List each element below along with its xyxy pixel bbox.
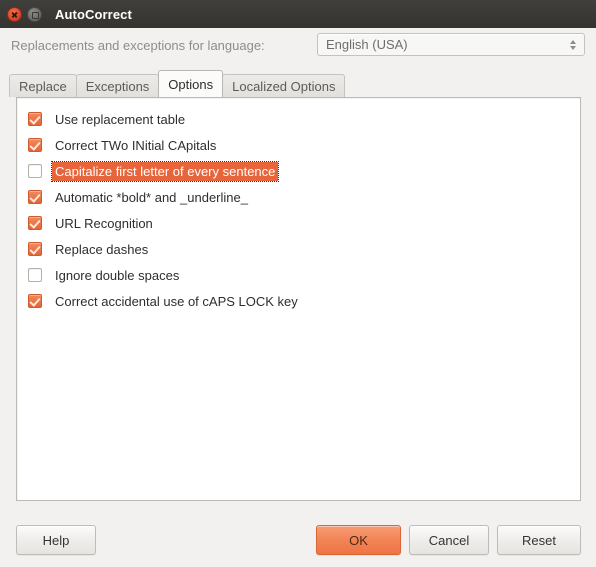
checkbox-unchecked-icon[interactable] (28, 268, 42, 282)
list-item[interactable]: Correct accidental use of cAPS LOCK key (17, 288, 580, 314)
tab-replace[interactable]: Replace (9, 74, 77, 97)
checkbox-checked-icon[interactable] (28, 138, 42, 152)
language-combobox-value: English (USA) (326, 37, 408, 52)
list-item-label: Ignore double spaces (55, 267, 180, 283)
checkbox-checked-icon[interactable] (28, 216, 42, 230)
checkbox-checked-icon[interactable] (28, 242, 42, 256)
list-item-label: Correct TWo INitial CApitals (55, 137, 217, 153)
language-row: Replacements and exceptions for language… (0, 28, 596, 62)
close-icon[interactable] (7, 6, 22, 22)
help-button[interactable]: Help (16, 525, 96, 555)
restore-icon[interactable] (27, 6, 42, 22)
cancel-button[interactable]: Cancel (409, 525, 489, 555)
language-label: Replacements and exceptions for language… (11, 37, 265, 53)
list-item-label: Replace dashes (55, 241, 149, 257)
spinner-arrows-icon[interactable] (565, 34, 581, 55)
list-item[interactable]: Automatic *bold* and _underline_ (17, 184, 580, 210)
checkbox-unchecked-icon[interactable] (28, 164, 42, 178)
tab-options-label: Options (168, 76, 214, 92)
window-title: AutoCorrect (55, 6, 132, 22)
list-item[interactable]: Replace dashes (17, 236, 580, 262)
list-item[interactable]: Use replacement table (17, 106, 580, 132)
language-combobox[interactable]: English (USA) (317, 33, 585, 56)
checkbox-checked-icon[interactable] (28, 190, 42, 204)
tab-strip: Replace Exceptions Options Localized Opt… (0, 70, 596, 97)
list-item[interactable]: Ignore double spaces (17, 262, 580, 288)
list-item-label: Automatic *bold* and _underline_ (55, 189, 248, 205)
options-list: Use replacement table Correct TWo INitia… (17, 98, 580, 314)
list-item-label: Capitalize first letter of every sentenc… (50, 160, 280, 182)
list-item[interactable]: Capitalize first letter of every sentenc… (17, 158, 580, 184)
checkbox-checked-icon[interactable] (28, 112, 42, 126)
autocorrect-dialog: AutoCorrect Replacements and exceptions … (0, 0, 596, 567)
list-item-label: Use replacement table (55, 111, 186, 127)
dialog-button-bar: Help OK Cancel Reset (0, 520, 596, 567)
tab-localized-options[interactable]: Localized Options (222, 74, 346, 97)
reset-button[interactable]: Reset (497, 525, 581, 555)
list-item[interactable]: Correct TWo INitial CApitals (17, 132, 580, 158)
tab-options[interactable]: Options (158, 70, 224, 97)
title-bar: AutoCorrect (0, 0, 596, 28)
arrow-up-icon (570, 39, 576, 44)
ok-button[interactable]: OK (316, 525, 401, 555)
list-item-label: URL Recognition (55, 215, 153, 231)
arrow-down-icon (570, 45, 576, 50)
checkbox-checked-icon[interactable] (28, 294, 42, 308)
list-item-label: Correct accidental use of cAPS LOCK key (55, 293, 298, 309)
options-panel: Use replacement table Correct TWo INitia… (16, 97, 581, 501)
tab-exceptions[interactable]: Exceptions (75, 74, 160, 97)
tab-replace-label: Replace (19, 78, 67, 94)
list-item[interactable]: URL Recognition (17, 210, 580, 236)
tab-localized-options-label: Localized Options (232, 78, 336, 94)
tab-exceptions-label: Exceptions (85, 78, 150, 94)
